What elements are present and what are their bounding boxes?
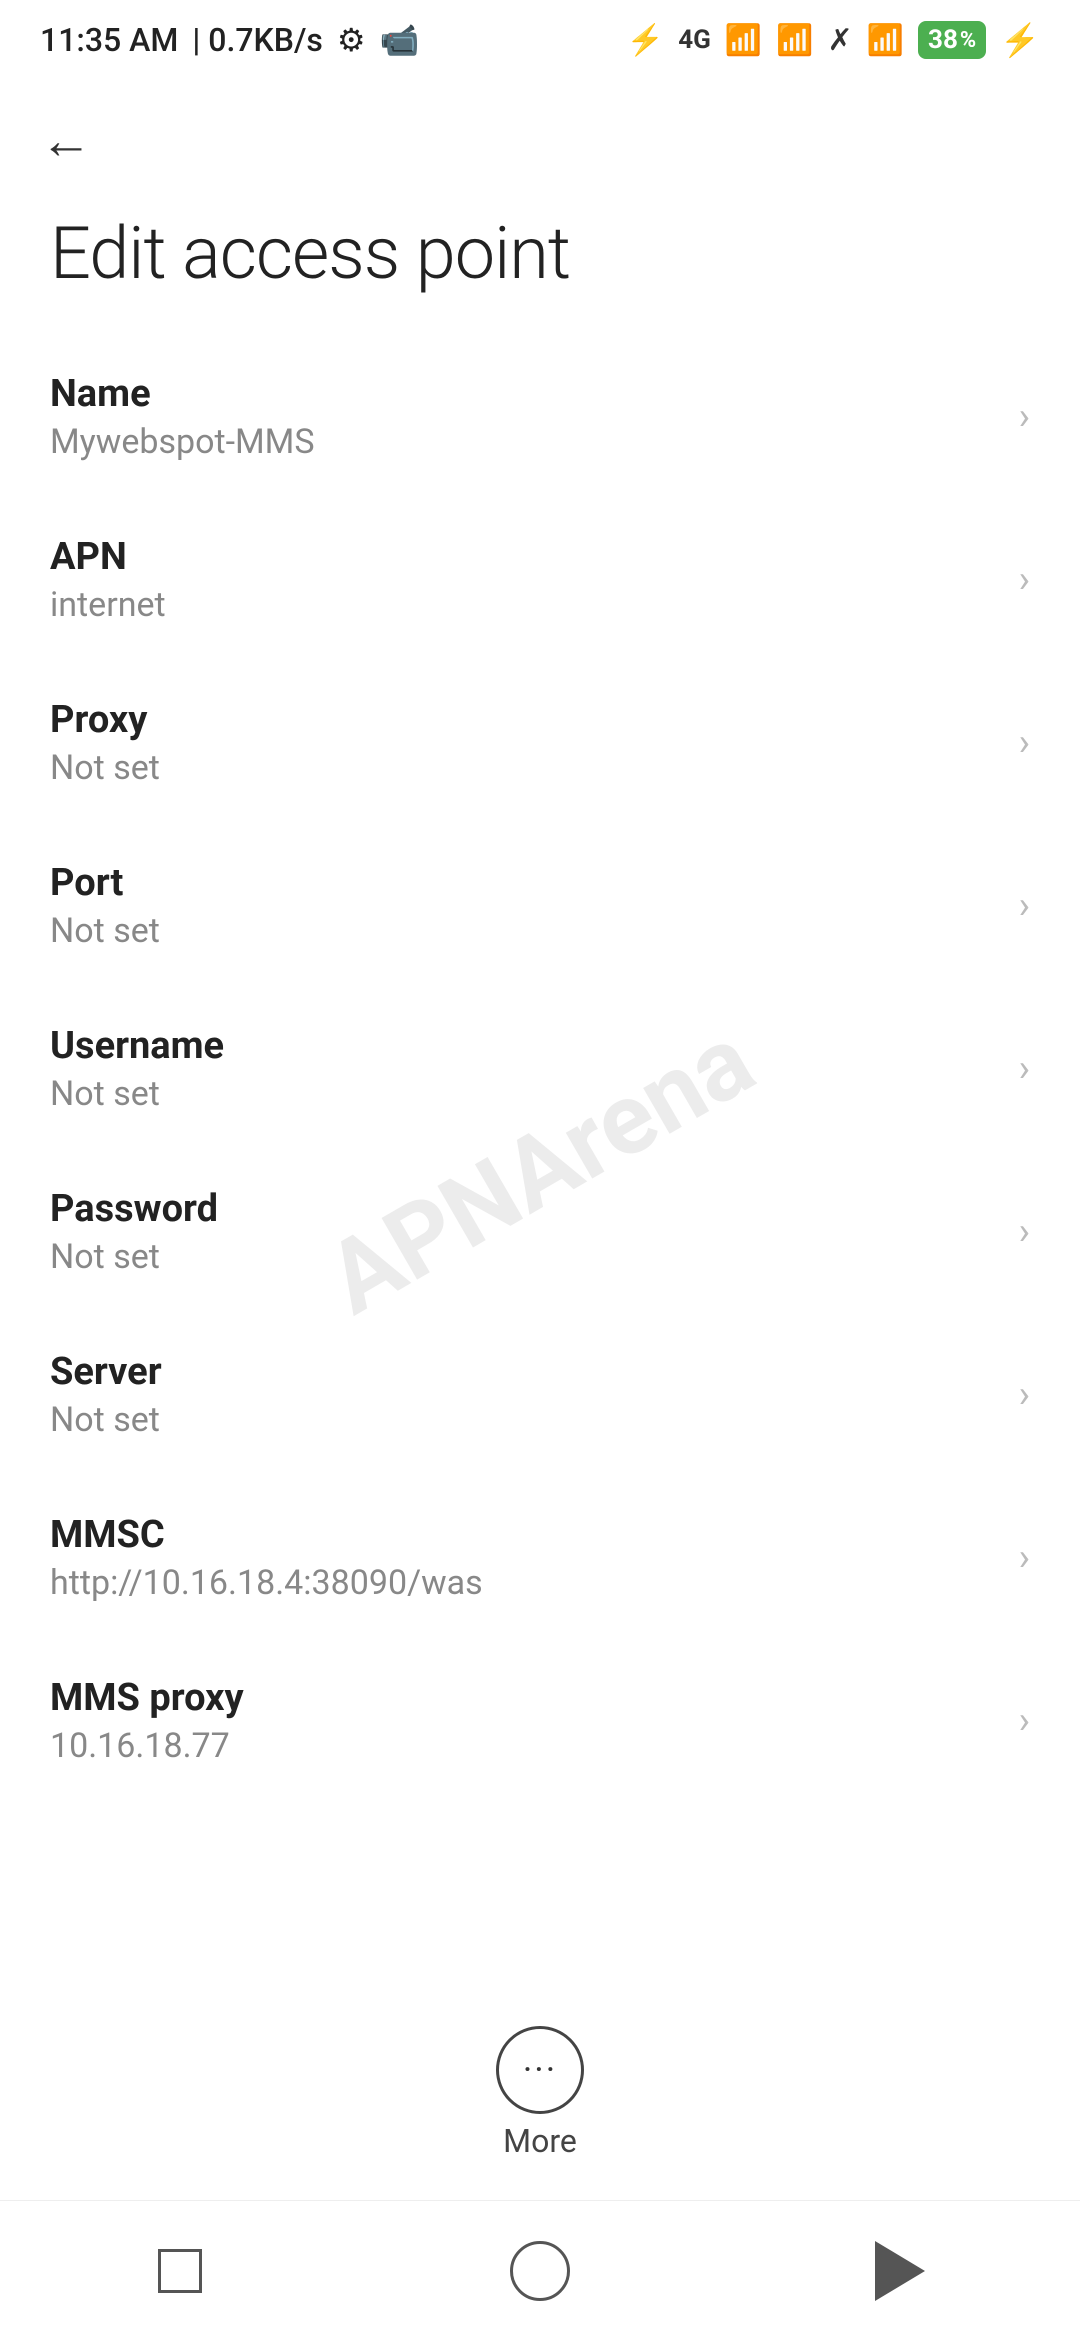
more-button[interactable]: ··· More — [496, 2026, 584, 2160]
recent-apps-icon — [158, 2249, 202, 2293]
settings-list: Name Mywebspot-MMS › APN internet › Prox… — [0, 336, 1080, 1803]
page-title: Edit access point — [0, 181, 1080, 336]
setting-mms-proxy-label: MMS proxy — [50, 1676, 999, 1720]
chevron-icon-port: › — [1019, 884, 1030, 928]
status-right: ⚡ 4G 📶 📶 ✗ 📶 38 % ⚡ — [627, 21, 1040, 59]
setting-apn[interactable]: APN internet › — [0, 499, 1080, 662]
setting-mms-proxy-value: 10.16.18.77 — [50, 1726, 999, 1766]
more-dots-icon: ··· — [523, 2049, 557, 2091]
setting-mms-proxy[interactable]: MMS proxy 10.16.18.77 › — [0, 1640, 1080, 1803]
setting-apn-text: APN internet — [50, 535, 999, 625]
setting-password-label: Password — [50, 1187, 999, 1231]
nav-back-button[interactable] — [850, 2221, 950, 2321]
chevron-icon-username: › — [1019, 1047, 1030, 1091]
video-icon: 📹 — [380, 21, 420, 59]
setting-username[interactable]: Username Not set › — [0, 988, 1080, 1151]
setting-password-value: Not set — [50, 1237, 999, 1277]
setting-password[interactable]: Password Not set › — [0, 1151, 1080, 1314]
setting-username-label: Username — [50, 1024, 999, 1068]
time-display: 11:35 AM — [40, 21, 178, 59]
setting-mmsc-value: http://10.16.18.4:38090/was — [50, 1563, 999, 1603]
more-label: More — [503, 2122, 577, 2160]
nav-recent-button[interactable] — [130, 2221, 230, 2321]
more-circle-icon: ··· — [496, 2026, 584, 2114]
setting-port-text: Port Not set — [50, 861, 999, 951]
chevron-icon-server: › — [1019, 1373, 1030, 1417]
setting-name[interactable]: Name Mywebspot-MMS › — [0, 336, 1080, 499]
setting-port-value: Not set — [50, 911, 999, 951]
setting-password-text: Password Not set — [50, 1187, 999, 1277]
setting-server-text: Server Not set — [50, 1350, 999, 1440]
chevron-icon-mmsc: › — [1019, 1536, 1030, 1580]
chevron-icon-password: › — [1019, 1210, 1030, 1254]
bluetooth-icon: ⚡ — [627, 23, 664, 58]
setting-name-text: Name Mywebspot-MMS — [50, 372, 999, 462]
back-icon — [875, 2241, 925, 2301]
signal-bars2-icon: 📶 — [776, 23, 813, 58]
setting-apn-value: internet — [50, 585, 999, 625]
setting-name-value: Mywebspot-MMS — [50, 422, 999, 462]
speed-display: | 0.7KB/s — [192, 21, 323, 59]
setting-mmsc-label: MMSC — [50, 1513, 999, 1557]
setting-username-value: Not set — [50, 1074, 999, 1114]
signal-cross-icon: ✗ — [828, 23, 853, 58]
home-icon — [510, 2241, 570, 2301]
back-button[interactable]: ← — [40, 110, 92, 171]
signal-4g-icon: 4G — [678, 25, 711, 55]
setting-mmsc-text: MMSC http://10.16.18.4:38090/was — [50, 1513, 999, 1603]
setting-name-label: Name — [50, 372, 999, 416]
setting-apn-label: APN — [50, 535, 999, 579]
setting-server-value: Not set — [50, 1400, 999, 1440]
battery-level: 38 — [928, 25, 958, 55]
charging-icon: ⚡ — [1000, 21, 1040, 59]
setting-mms-proxy-text: MMS proxy 10.16.18.77 — [50, 1676, 999, 1766]
settings-icon: ⚙ — [337, 21, 366, 59]
chevron-icon-apn: › — [1019, 558, 1030, 602]
nav-home-button[interactable] — [490, 2221, 590, 2321]
setting-server[interactable]: Server Not set › — [0, 1314, 1080, 1477]
chevron-icon-mms-proxy: › — [1019, 1699, 1030, 1743]
setting-username-text: Username Not set — [50, 1024, 999, 1114]
battery-percent: % — [960, 28, 976, 53]
status-left: 11:35 AM | 0.7KB/s ⚙ 📹 — [40, 21, 419, 59]
signal-bars-icon: 📶 — [725, 23, 762, 58]
bottom-nav — [0, 2200, 1080, 2340]
chevron-icon-proxy: › — [1019, 721, 1030, 765]
setting-server-label: Server — [50, 1350, 999, 1394]
setting-proxy-text: Proxy Not set — [50, 698, 999, 788]
battery-indicator: 38 % — [918, 21, 986, 59]
setting-proxy[interactable]: Proxy Not set › — [0, 662, 1080, 825]
setting-proxy-value: Not set — [50, 748, 999, 788]
setting-proxy-label: Proxy — [50, 698, 999, 742]
back-area[interactable]: ← — [0, 80, 1080, 181]
setting-mmsc[interactable]: MMSC http://10.16.18.4:38090/was › — [0, 1477, 1080, 1640]
setting-port-label: Port — [50, 861, 999, 905]
status-bar: 11:35 AM | 0.7KB/s ⚙ 📹 ⚡ 4G 📶 📶 ✗ 📶 38 %… — [0, 0, 1080, 80]
chevron-icon-name: › — [1019, 395, 1030, 439]
wifi-icon: 📶 — [867, 23, 904, 58]
setting-port[interactable]: Port Not set › — [0, 825, 1080, 988]
